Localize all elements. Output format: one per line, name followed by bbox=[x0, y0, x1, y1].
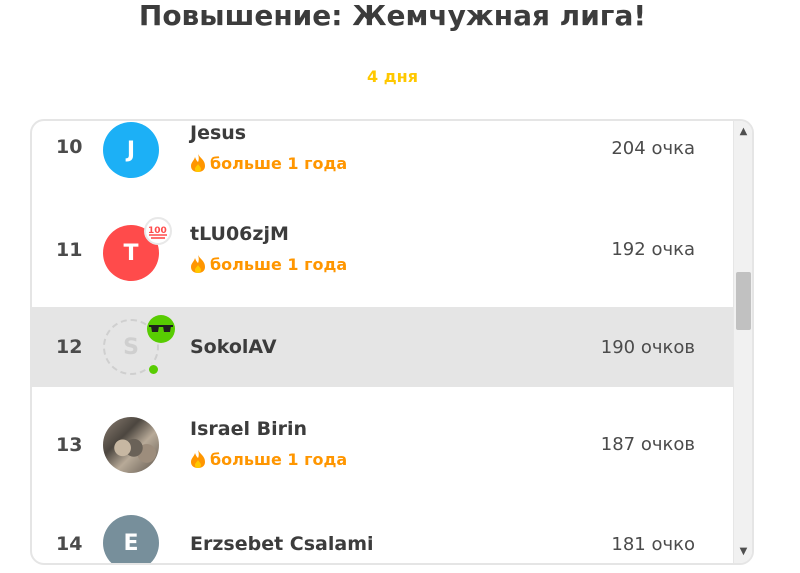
leaderboard-panel: 10 J Jesus больше 1 года 204 очка 11 T 1… bbox=[30, 119, 754, 565]
scroll-up-icon[interactable]: ▲ bbox=[734, 124, 752, 140]
leaderboard-row-tlu06zjm[interactable]: 11 T 100 tLU06zjM больше 1 года 192 очка bbox=[32, 211, 735, 291]
page-title: Повышение: Жемчужная лига! bbox=[138, 0, 647, 32]
days-left-label: 4 дня bbox=[367, 67, 418, 86]
leaderboard-row-erzsebet-csalami[interactable]: 14 E Erzsebet Csalami 181 очко bbox=[32, 503, 735, 563]
score-text: 190 очков bbox=[600, 337, 695, 358]
user-name[interactable]: Jesus bbox=[190, 122, 246, 144]
sunglasses-icon bbox=[147, 315, 175, 343]
avatar-initial: S bbox=[123, 334, 139, 360]
score-text: 181 очко bbox=[611, 534, 695, 555]
rank-number: 11 bbox=[56, 239, 83, 261]
hundred-icon: 100 bbox=[144, 217, 172, 245]
score-text: 192 очка bbox=[611, 239, 695, 260]
rank-number: 10 bbox=[56, 136, 83, 158]
rank-number: 14 bbox=[56, 533, 83, 555]
user-name[interactable]: SokolAV bbox=[190, 336, 277, 358]
user-name[interactable]: Erzsebet Csalami bbox=[190, 533, 374, 555]
leaderboard-list: 10 J Jesus больше 1 года 204 очка 11 T 1… bbox=[32, 121, 735, 563]
leaderboard-row-current-user[interactable]: 12 S SokolAV 190 очков bbox=[32, 307, 735, 387]
flame-icon bbox=[191, 450, 205, 468]
streak-indicator: больше 1 года bbox=[190, 153, 347, 173]
rank-number: 13 bbox=[56, 434, 83, 456]
streak-indicator: больше 1 года bbox=[190, 254, 347, 274]
streak-text: больше 1 года bbox=[210, 153, 348, 173]
flame-icon bbox=[191, 154, 205, 172]
flame-icon bbox=[191, 255, 205, 273]
avatar[interactable]: E bbox=[103, 515, 159, 563]
avatar-initial: J bbox=[126, 137, 136, 163]
promotion-leaderboard-page: Повышение: Жемчужная лига! 4 дня 10 J Je… bbox=[0, 0, 800, 573]
score-text: 204 очка bbox=[611, 138, 695, 159]
avatar[interactable]: J bbox=[103, 122, 159, 178]
avatar[interactable] bbox=[103, 417, 159, 473]
vertical-scrollbar[interactable]: ▲ ▼ bbox=[733, 121, 752, 563]
user-name[interactable]: tLU06zjM bbox=[190, 223, 289, 245]
streak-indicator: больше 1 года bbox=[190, 449, 347, 469]
rank-number: 12 bbox=[56, 336, 83, 358]
avatar-initial: E bbox=[123, 530, 139, 556]
score-text: 187 очков bbox=[600, 434, 695, 455]
scrollbar-thumb[interactable] bbox=[736, 272, 751, 330]
streak-text: больше 1 года bbox=[210, 254, 348, 274]
avatar-initial: T bbox=[123, 240, 139, 266]
online-status-indicator bbox=[147, 363, 160, 376]
leaderboard-row-israel-birin[interactable]: 13 Israel Birin больше 1 года 187 очков bbox=[32, 402, 735, 482]
scroll-down-icon[interactable]: ▼ bbox=[734, 544, 752, 560]
leaderboard-row-jesus[interactable]: 10 J Jesus больше 1 года 204 очка bbox=[32, 121, 735, 190]
streak-text: больше 1 года bbox=[210, 449, 348, 469]
user-name[interactable]: Israel Birin bbox=[190, 418, 307, 440]
